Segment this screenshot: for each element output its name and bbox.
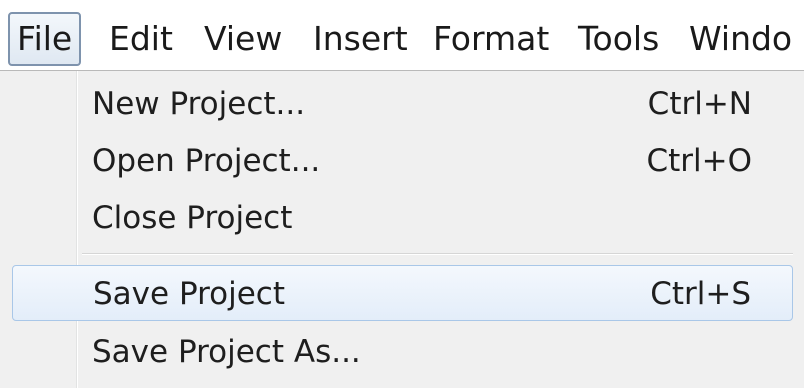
menu-item-new-project[interactable]: New Project... Ctrl+N [12,76,793,132]
menu-item-close-project[interactable]: Close Project [12,190,793,246]
file-dropdown-menu: New Project... Ctrl+N Open Project... Ct… [0,70,804,388]
menu-tools[interactable]: Tools [578,12,659,66]
menu-item-open-project[interactable]: Open Project... Ctrl+O [12,133,793,189]
menu-format[interactable]: Format [433,12,549,66]
menu-file[interactable]: File [8,12,82,66]
menu-item-shortcut: Ctrl+N [647,86,752,122]
menu-item-save-project[interactable]: Save Project Ctrl+S [12,265,793,321]
menu-item-label: Save Project [93,276,286,312]
menu-insert[interactable]: Insert [313,12,408,66]
menu-view[interactable]: View [204,12,282,66]
menu-separator-highlight [82,254,793,255]
menu-window[interactable]: Windo [689,12,792,66]
menu-edit[interactable]: Edit [109,12,173,66]
menu-item-save-project-as[interactable]: Save Project As... [12,324,793,380]
menu-item-label: Close Project [92,200,293,236]
menu-item-label: New Project... [92,86,306,122]
menu-item-shortcut: Ctrl+S [650,276,751,312]
menu-item-label: Open Project... [92,143,321,179]
menu-bar: File Edit View Insert Format Tools Windo [0,0,804,74]
menu-item-shortcut: Ctrl+O [646,143,752,179]
menu-item-label: Save Project As... [92,334,361,370]
